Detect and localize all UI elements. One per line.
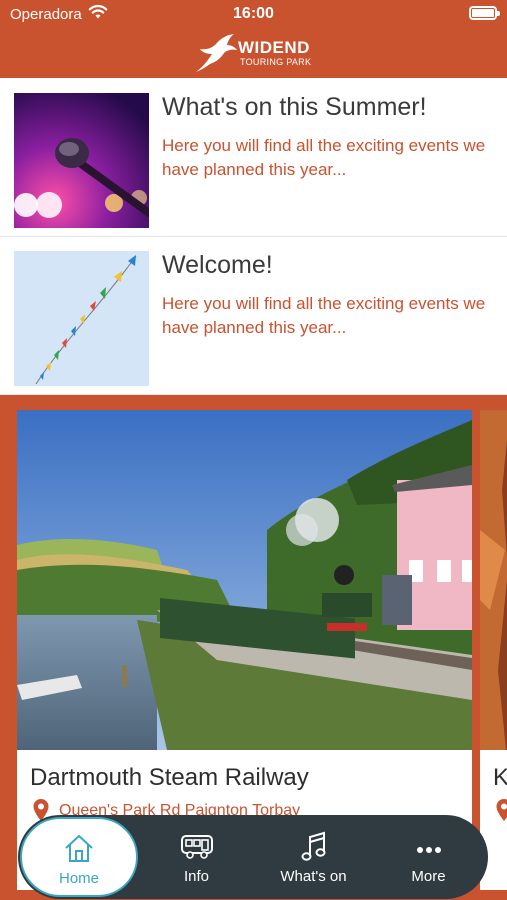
more-dots-icon [416, 841, 442, 859]
microphone-image [14, 93, 149, 228]
tab-whats-on[interactable]: What's on [255, 815, 372, 899]
news-title: What's on this Summer! [162, 93, 427, 121]
home-icon [63, 833, 95, 868]
park-logo: WIDEND TOURING PARK [194, 32, 324, 74]
cave-photo [480, 410, 507, 750]
battery-icon [469, 6, 500, 20]
tab-label: What's on [280, 868, 347, 885]
tab-label: More [411, 868, 446, 885]
logo-subtitle: TOURING PARK [240, 57, 312, 67]
app-header: Operadora 16:00 WIDEND TOURING PARK [0, 0, 507, 78]
location-pin-icon [495, 798, 507, 827]
attraction-title: Ke [493, 764, 507, 791]
caravan-icon [180, 831, 214, 866]
bottom-tab-bar: Home Info What's on More [18, 815, 488, 899]
bird-logo-icon [194, 32, 238, 79]
bunting-image [14, 251, 149, 386]
tab-more[interactable]: More [370, 815, 487, 899]
app-screen: Operadora 16:00 WIDEND TOURING PARK What… [0, 0, 507, 900]
news-title: Welcome! [162, 251, 273, 279]
music-icon [300, 831, 328, 868]
tab-label: Home [58, 870, 99, 887]
news-item-summer-events[interactable]: What's on this Summer! Here you will fin… [0, 79, 507, 237]
steam-train-photo [17, 410, 472, 750]
news-item-welcome[interactable]: Welcome! Here you will find all the exci… [0, 237, 507, 395]
attraction-title: Dartmouth Steam Railway [30, 764, 309, 791]
tab-label: Info [183, 868, 210, 885]
status-time: 16:00 [233, 5, 274, 22]
news-excerpt: Here you will find all the exciting even… [162, 294, 486, 337]
tab-info[interactable]: Info [138, 815, 255, 899]
tab-home[interactable]: Home [20, 817, 138, 897]
news-excerpt: Here you will find all the exciting even… [162, 136, 486, 179]
status-bar: Operadora 16:00 [0, 0, 507, 28]
logo-title: WIDEND [238, 38, 310, 57]
